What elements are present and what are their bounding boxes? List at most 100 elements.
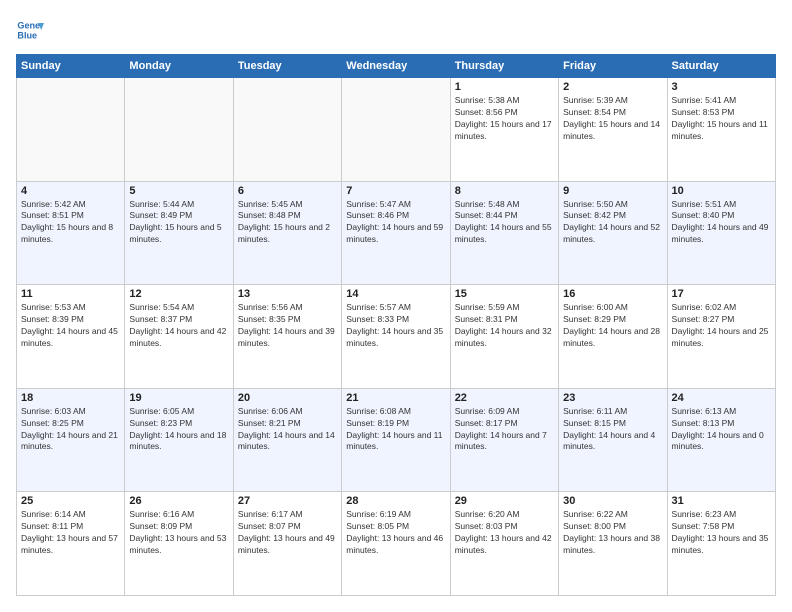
day-info: Sunrise: 5:50 AM Sunset: 8:42 PM Dayligh… xyxy=(563,199,662,247)
weekday-header-sunday: Sunday xyxy=(17,55,125,78)
day-info: Sunrise: 5:44 AM Sunset: 8:49 PM Dayligh… xyxy=(129,199,228,247)
day-cell: 12 Sunrise: 5:54 AM Sunset: 8:37 PM Dayli… xyxy=(125,285,233,389)
day-info: Sunrise: 6:13 AM Sunset: 8:13 PM Dayligh… xyxy=(672,406,771,454)
day-info: Sunrise: 5:59 AM Sunset: 8:31 PM Dayligh… xyxy=(455,302,554,350)
day-info: Sunrise: 5:57 AM Sunset: 8:33 PM Dayligh… xyxy=(346,302,445,350)
day-info: Sunrise: 6:19 AM Sunset: 8:05 PM Dayligh… xyxy=(346,509,445,557)
day-cell: 14 Sunrise: 5:57 AM Sunset: 8:33 PM Dayli… xyxy=(342,285,450,389)
day-cell: 17Sunrise: 6:02 AM Sunset: 8:27 PM Dayli… xyxy=(667,285,775,389)
day-cell: 15 Sunrise: 5:59 AM Sunset: 8:31 PM Dayli… xyxy=(450,285,558,389)
day-info: Sunrise: 5:47 AM Sunset: 8:46 PM Dayligh… xyxy=(346,199,445,247)
day-cell: 2 Sunrise: 5:39 AM Sunset: 8:54 PM Daylig… xyxy=(559,78,667,182)
day-info: Sunrise: 6:09 AM Sunset: 8:17 PM Dayligh… xyxy=(455,406,554,454)
day-info: Sunrise: 6:16 AM Sunset: 8:09 PM Dayligh… xyxy=(129,509,228,557)
day-info: Sunrise: 5:51 AM Sunset: 8:40 PM Dayligh… xyxy=(672,199,771,247)
calendar-table: SundayMondayTuesdayWednesdayThursdayFrid… xyxy=(16,54,776,596)
week-row-3: 11 Sunrise: 5:53 AM Sunset: 8:39 PM Dayli… xyxy=(17,285,776,389)
day-number: 4 xyxy=(21,185,120,197)
day-cell: 11 Sunrise: 5:53 AM Sunset: 8:39 PM Dayli… xyxy=(17,285,125,389)
day-cell: 26 Sunrise: 6:16 AM Sunset: 8:09 PM Dayli… xyxy=(125,492,233,596)
day-number: 22 xyxy=(455,392,554,404)
day-cell: 5 Sunrise: 5:44 AM Sunset: 8:49 PM Daylig… xyxy=(125,181,233,285)
day-info: Sunrise: 5:41 AM Sunset: 8:53 PM Dayligh… xyxy=(672,95,771,143)
day-number: 9 xyxy=(563,185,662,197)
day-number: 13 xyxy=(238,288,337,300)
day-number: 28 xyxy=(346,495,445,507)
day-number: 3 xyxy=(672,81,771,93)
day-info: Sunrise: 5:48 AM Sunset: 8:44 PM Dayligh… xyxy=(455,199,554,247)
day-cell xyxy=(17,78,125,182)
day-number: 29 xyxy=(455,495,554,507)
day-number: 10 xyxy=(672,185,771,197)
day-cell: 6 Sunrise: 5:45 AM Sunset: 8:48 PM Daylig… xyxy=(233,181,341,285)
day-cell: 1 Sunrise: 5:38 AM Sunset: 8:56 PM Daylig… xyxy=(450,78,558,182)
weekday-header-wednesday: Wednesday xyxy=(342,55,450,78)
week-row-2: 4 Sunrise: 5:42 AM Sunset: 8:51 PM Daylig… xyxy=(17,181,776,285)
day-cell: 7Sunrise: 5:47 AM Sunset: 8:46 PM Daylig… xyxy=(342,181,450,285)
day-info: Sunrise: 5:39 AM Sunset: 8:54 PM Dayligh… xyxy=(563,95,662,143)
day-cell: 28 Sunrise: 6:19 AM Sunset: 8:05 PM Dayli… xyxy=(342,492,450,596)
day-cell: 29 Sunrise: 6:20 AM Sunset: 8:03 PM Dayli… xyxy=(450,492,558,596)
day-cell: 23Sunrise: 6:11 AM Sunset: 8:15 PM Dayli… xyxy=(559,388,667,492)
week-row-1: 1 Sunrise: 5:38 AM Sunset: 8:56 PM Daylig… xyxy=(17,78,776,182)
day-number: 25 xyxy=(21,495,120,507)
day-info: Sunrise: 6:02 AM Sunset: 8:27 PM Dayligh… xyxy=(672,302,771,350)
day-cell: 30Sunrise: 6:22 AM Sunset: 8:00 PM Dayli… xyxy=(559,492,667,596)
day-number: 16 xyxy=(563,288,662,300)
logo-icon: General Blue xyxy=(16,16,44,44)
day-cell: 9 Sunrise: 5:50 AM Sunset: 8:42 PM Daylig… xyxy=(559,181,667,285)
day-cell: 10 Sunrise: 5:51 AM Sunset: 8:40 PM Dayli… xyxy=(667,181,775,285)
page: General Blue SundayMondayTuesdayWednesda… xyxy=(0,0,792,612)
day-cell: 4 Sunrise: 5:42 AM Sunset: 8:51 PM Daylig… xyxy=(17,181,125,285)
day-number: 20 xyxy=(238,392,337,404)
day-number: 14 xyxy=(346,288,445,300)
weekday-header-saturday: Saturday xyxy=(667,55,775,78)
day-cell: 16Sunrise: 6:00 AM Sunset: 8:29 PM Dayli… xyxy=(559,285,667,389)
day-number: 1 xyxy=(455,81,554,93)
day-number: 15 xyxy=(455,288,554,300)
day-number: 31 xyxy=(672,495,771,507)
day-number: 21 xyxy=(346,392,445,404)
day-number: 5 xyxy=(129,185,228,197)
day-number: 26 xyxy=(129,495,228,507)
logo: General Blue xyxy=(16,16,44,44)
day-cell: 19Sunrise: 6:05 AM Sunset: 8:23 PM Dayli… xyxy=(125,388,233,492)
day-info: Sunrise: 6:20 AM Sunset: 8:03 PM Dayligh… xyxy=(455,509,554,557)
weekday-header-row: SundayMondayTuesdayWednesdayThursdayFrid… xyxy=(17,55,776,78)
day-number: 19 xyxy=(129,392,228,404)
day-cell xyxy=(342,78,450,182)
day-cell: 21 Sunrise: 6:08 AM Sunset: 8:19 PM Dayli… xyxy=(342,388,450,492)
day-number: 18 xyxy=(21,392,120,404)
day-info: Sunrise: 6:08 AM Sunset: 8:19 PM Dayligh… xyxy=(346,406,445,454)
day-info: Sunrise: 6:03 AM Sunset: 8:25 PM Dayligh… xyxy=(21,406,120,454)
week-row-4: 18 Sunrise: 6:03 AM Sunset: 8:25 PM Dayli… xyxy=(17,388,776,492)
day-cell: 22 Sunrise: 6:09 AM Sunset: 8:17 PM Dayli… xyxy=(450,388,558,492)
day-cell: 27 Sunrise: 6:17 AM Sunset: 8:07 PM Dayli… xyxy=(233,492,341,596)
day-info: Sunrise: 5:53 AM Sunset: 8:39 PM Dayligh… xyxy=(21,302,120,350)
day-info: Sunrise: 6:14 AM Sunset: 8:11 PM Dayligh… xyxy=(21,509,120,557)
day-info: Sunrise: 5:45 AM Sunset: 8:48 PM Dayligh… xyxy=(238,199,337,247)
day-info: Sunrise: 6:17 AM Sunset: 8:07 PM Dayligh… xyxy=(238,509,337,557)
day-cell: 31Sunrise: 6:23 AM Sunset: 7:58 PM Dayli… xyxy=(667,492,775,596)
day-number: 27 xyxy=(238,495,337,507)
day-cell: 3 Sunrise: 5:41 AM Sunset: 8:53 PM Daylig… xyxy=(667,78,775,182)
day-info: Sunrise: 5:38 AM Sunset: 8:56 PM Dayligh… xyxy=(455,95,554,143)
day-info: Sunrise: 5:42 AM Sunset: 8:51 PM Dayligh… xyxy=(21,199,120,247)
weekday-header-tuesday: Tuesday xyxy=(233,55,341,78)
day-cell: 24Sunrise: 6:13 AM Sunset: 8:13 PM Dayli… xyxy=(667,388,775,492)
day-number: 11 xyxy=(21,288,120,300)
day-number: 12 xyxy=(129,288,228,300)
day-number: 8 xyxy=(455,185,554,197)
day-info: Sunrise: 5:54 AM Sunset: 8:37 PM Dayligh… xyxy=(129,302,228,350)
weekday-header-monday: Monday xyxy=(125,55,233,78)
day-cell: 25 Sunrise: 6:14 AM Sunset: 8:11 PM Dayli… xyxy=(17,492,125,596)
day-cell: 8 Sunrise: 5:48 AM Sunset: 8:44 PM Daylig… xyxy=(450,181,558,285)
day-info: Sunrise: 6:22 AM Sunset: 8:00 PM Dayligh… xyxy=(563,509,662,557)
day-cell: 18 Sunrise: 6:03 AM Sunset: 8:25 PM Dayli… xyxy=(17,388,125,492)
weekday-header-thursday: Thursday xyxy=(450,55,558,78)
day-cell: 13 Sunrise: 5:56 AM Sunset: 8:35 PM Dayli… xyxy=(233,285,341,389)
header: General Blue xyxy=(16,16,776,44)
day-info: Sunrise: 5:56 AM Sunset: 8:35 PM Dayligh… xyxy=(238,302,337,350)
day-number: 6 xyxy=(238,185,337,197)
day-number: 2 xyxy=(563,81,662,93)
